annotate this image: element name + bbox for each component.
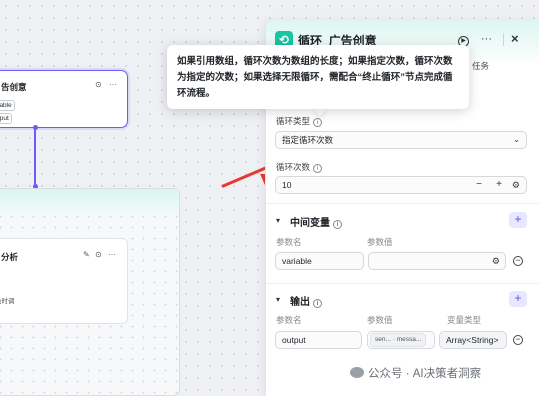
loop-count-value: 10 [282,180,292,190]
divider [266,283,539,284]
wechat-icon [350,367,364,378]
loop-type-tooltip: 如果引用数组，循环次数为数组的长度；如果指定次数，循环次数为指定的次数；如果选择… [167,45,469,109]
col-param-name: 参数名 [276,237,302,247]
node-chip-variable: iable [0,100,15,111]
col-variable-type: 变量类型 [447,315,482,325]
edit-icon[interactable]: ✎ [83,250,90,259]
info-icon: i [313,118,323,127]
output-name-input[interactable]: output [275,331,362,349]
loop-node-card[interactable]: 告创意 ⊙ ··· iable tput [0,70,128,128]
decrement-button[interactable]: − [476,177,482,193]
more-icon[interactable]: ··· [108,250,116,259]
chevron-down-icon: ⌄ [513,135,520,144]
analysis-node-card[interactable]: 分析 ✎ ⊙ ··· 色时调 [0,238,128,324]
remove-output-button[interactable]: − [513,335,523,345]
variable-value-input[interactable]: ⚙ [368,252,506,270]
loop-type-select[interactable]: 指定循环次数 ⌄ [275,131,527,149]
header-divider [503,33,504,46]
node-title: 分析 [1,252,19,262]
add-variable-button[interactable]: + [509,212,527,228]
more-icon[interactable]: ··· [109,80,117,89]
col-param-value: 参数值 [367,315,393,325]
settings-icon[interactable]: ⚙ [492,253,500,269]
info-icon: i [313,299,322,308]
loop-type-label: 循环类型 i [276,115,323,127]
target-icon[interactable]: ⊙ [95,80,102,89]
increment-button[interactable]: + [496,177,502,193]
output-type-field: Array<String> [439,331,507,349]
close-icon[interactable]: × [511,32,519,46]
loop-body-header [0,189,179,215]
info-icon: i [313,164,323,173]
more-icon[interactable]: ··· [481,32,492,46]
variable-name-input[interactable]: variable [275,252,364,270]
col-param-name: 参数名 [276,315,302,325]
collapse-caret-icon[interactable]: ▾ [276,216,280,225]
divider [266,203,539,204]
tab-tasks[interactable]: 任务 [472,60,489,72]
output-title: 输出 i [290,293,322,308]
collapse-caret-icon[interactable]: ▾ [276,295,280,304]
col-param-value: 参数值 [367,237,393,247]
tooltip-text: 如果引用数组，循环次数为数组的长度；如果指定次数，循环次数为指定的次数；如果选择… [177,56,453,99]
loop-count-input[interactable]: 10 − + ⚙ [275,176,527,194]
target-icon[interactable]: ⊙ [95,250,102,259]
loop-type-value: 指定循环次数 [282,135,334,145]
node-title: 告创意 [1,82,27,92]
intermediate-variables-title: 中间变量 i [290,214,342,229]
settings-icon[interactable]: ⚙ [512,177,520,193]
watermark: 公众号 · AI决策者洞察 [350,365,481,381]
node-subtext: 色时调 [0,298,15,305]
output-value-ref[interactable]: sen... · messa... [367,331,435,349]
info-icon: i [333,220,342,229]
remove-variable-button[interactable]: − [513,256,523,266]
edge-line [34,128,36,186]
loop-count-label: 循环次数 i [276,161,323,173]
value-ref-pill: sen... · messa... [370,333,427,347]
add-output-button[interactable]: + [509,291,527,307]
node-chip-output: tput [0,113,12,124]
